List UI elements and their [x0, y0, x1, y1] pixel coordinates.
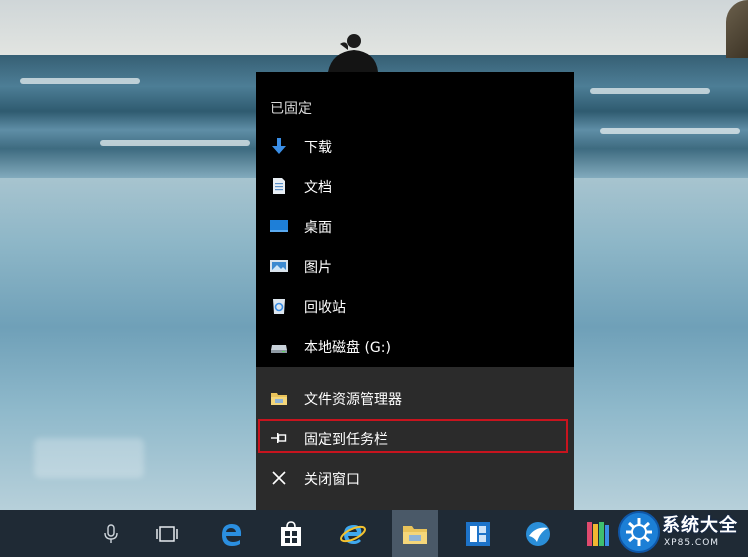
download-arrow-icon [272, 138, 286, 154]
action-close-window[interactable]: 关闭窗口 [256, 458, 574, 498]
task-view-icon [156, 525, 178, 542]
highlight-box [258, 419, 568, 453]
pinned-item-documents[interactable]: 文档 [256, 166, 574, 206]
taskbar-internet-explorer[interactable] [330, 510, 376, 557]
app-blue-icon [466, 521, 490, 546]
file-explorer-icon [271, 393, 287, 405]
app-colorful-icon [587, 521, 609, 546]
taskbar-file-explorer[interactable] [392, 510, 438, 557]
action-file-explorer[interactable]: 文件资源管理器 [256, 378, 574, 418]
taskbar-edge[interactable] [209, 510, 255, 557]
file-explorer-icon [403, 525, 427, 544]
drive-icon [271, 345, 287, 353]
site-watermark: 系统大全 XP85.COM [616, 508, 748, 557]
taskbar-store[interactable] [268, 510, 314, 557]
pinned-item-desktop[interactable]: 桌面 [256, 206, 574, 246]
wallpaper-person [328, 34, 378, 72]
app-globe-icon [526, 521, 550, 546]
jump-list-pinned-section: 已固定 下载 文档 桌面 图片 回收站 本地磁盘 (G:) [256, 72, 574, 367]
taskbar-task-view[interactable] [144, 510, 190, 557]
wallpaper-rock [726, 0, 748, 58]
internet-explorer-icon [340, 524, 366, 544]
pinned-item-label: 文档 [304, 180, 332, 196]
recycle-bin-icon [273, 299, 285, 314]
taskbar-app-globe[interactable] [515, 510, 561, 557]
pinned-item-pictures[interactable]: 图片 [256, 246, 574, 286]
pictures-icon [270, 260, 288, 272]
close-icon [272, 471, 286, 485]
pinned-item-label: 回收站 [304, 300, 346, 316]
pinned-section-title: 已固定 [270, 101, 312, 117]
blurred-watermark [34, 438, 144, 478]
action-label: 关闭窗口 [304, 472, 360, 488]
watermark-title: 系统大全 [662, 515, 738, 536]
action-label: 文件资源管理器 [304, 392, 402, 408]
taskbar-app-blue[interactable] [455, 510, 501, 557]
edge-icon [222, 523, 242, 546]
store-icon [281, 520, 301, 546]
watermark-domain: XP85.COM [664, 538, 720, 548]
pinned-item-label: 图片 [304, 260, 332, 276]
pinned-item-label: 下载 [304, 140, 332, 156]
pinned-item-downloads[interactable]: 下载 [256, 126, 574, 166]
wallpaper-wave [100, 140, 250, 146]
taskbar-app-colorful[interactable] [575, 510, 621, 557]
pinned-item-recycle-bin[interactable]: 回收站 [256, 286, 574, 326]
wallpaper-wave [590, 88, 710, 94]
microphone-icon [104, 523, 118, 543]
wallpaper-wave [20, 78, 140, 84]
pinned-item-local-disk-g[interactable]: 本地磁盘 (G:) [256, 326, 574, 366]
wallpaper-wave [600, 128, 740, 134]
pinned-item-label: 桌面 [304, 220, 332, 236]
document-icon [273, 178, 285, 194]
watermark-logo-icon [618, 511, 660, 553]
pinned-item-label: 本地磁盘 (G:) [304, 340, 391, 356]
taskbar-microphone[interactable] [88, 510, 134, 557]
desktop-icon [270, 220, 288, 232]
